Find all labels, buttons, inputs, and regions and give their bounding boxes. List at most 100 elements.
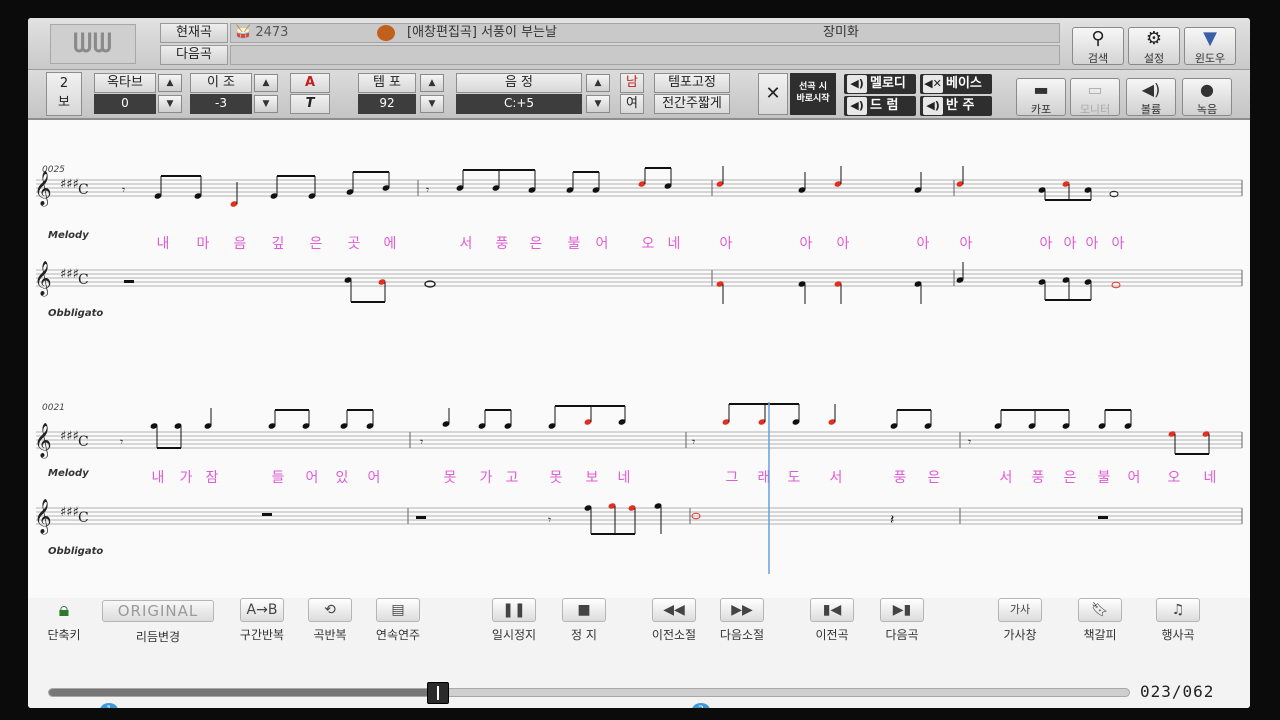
tempo-up-button[interactable]: ▲	[420, 74, 444, 92]
event-song-icon: ♫	[1156, 598, 1200, 622]
capo-button[interactable]: ▬ 카포	[1016, 78, 1066, 116]
control-bar: 2 보 옥타브 0 ▲ ▼ 이 조 -3 ▲ ▼ A T 템 포 92 ▲ ▼ …	[28, 70, 1250, 120]
next-measure-button[interactable]: ▶▶ 다음소절	[710, 598, 774, 646]
tempo-down-button[interactable]: ▼	[420, 95, 444, 113]
rest: 𝄾	[692, 435, 695, 449]
song-repeat-button[interactable]: ⟲ 곡반복	[298, 598, 362, 646]
key-up-button[interactable]: ▲	[254, 74, 278, 92]
instant-start-indicator[interactable]: 선곡 시 바로시작	[790, 73, 836, 115]
capo-icon: ▬	[1033, 80, 1049, 99]
repeat-icon: ⟲	[308, 598, 352, 622]
record-button[interactable]: ● 녹음	[1182, 78, 1232, 116]
app-logo: ᗯᗯ	[50, 24, 136, 64]
treble-clef: 𝄞	[34, 423, 52, 459]
whole-rest	[124, 280, 134, 283]
search-button-label: 검색	[1087, 52, 1109, 65]
search-button[interactable]: ⚲ 검색	[1072, 27, 1124, 65]
karaoke-screen: ᗯᗯ 현재곡 다음곡 🥁 2473 [애창편집곡] 서풍이 부는날 장미화 ⚲ …	[28, 18, 1250, 708]
drum-label: 드 럼	[870, 98, 899, 113]
original-button[interactable]: ORIGINAL	[102, 600, 214, 622]
flat-icon[interactable]: T	[290, 94, 330, 114]
window-icon: ▼	[1203, 28, 1217, 49]
lyric-syllable: 있	[336, 470, 349, 486]
pause-button[interactable]: ❚❚ 일시정지	[482, 598, 546, 646]
bass-toggle[interactable]: ◀✕ 베이스	[920, 74, 992, 94]
next-measure-label: 다음소절	[719, 628, 765, 642]
monitor-button[interactable]: ▭ 모니터	[1070, 78, 1120, 116]
pause-icon: ❚❚	[492, 598, 536, 622]
lyric-syllable: 보	[586, 470, 599, 486]
volume-button[interactable]: ◀) 볼륨	[1126, 78, 1176, 116]
rest: 𝄾	[122, 183, 125, 197]
stop-button[interactable]: ■ 정 지	[552, 598, 616, 646]
volume-label: 볼륨	[1140, 103, 1162, 116]
time-signature: C	[78, 272, 89, 288]
drum-toggle[interactable]: ◀) 드 럼	[844, 96, 916, 116]
current-song-field[interactable]: 🥁 2473 [애창편집곡] 서풍이 부는날 장미화	[230, 23, 1060, 43]
lock-button[interactable]: 🔒︎ 단축키	[32, 598, 96, 646]
next-song-button[interactable]: ▶▮ 다음곡	[870, 598, 934, 646]
event-song-button[interactable]: ♫ 행사곡	[1146, 598, 1210, 646]
lock-label: 단축키	[47, 628, 81, 642]
key-signature: ♯♯♯	[60, 267, 79, 282]
female-button[interactable]: 여	[620, 94, 644, 114]
close-icon[interactable]: ✕	[758, 73, 788, 115]
event-song-label: 행사곡	[1161, 628, 1195, 642]
window-button[interactable]: ▼ 윈도우	[1184, 27, 1236, 65]
key-down-button[interactable]: ▼	[254, 95, 278, 113]
lyric-syllable: 풍	[1032, 470, 1045, 486]
current-song-label: 현재곡	[160, 23, 228, 43]
song-repeat-label: 곡반복	[313, 628, 347, 642]
rest: 𝄾	[548, 513, 551, 527]
lyric-syllable: 은	[1064, 470, 1077, 486]
next-song-field[interactable]	[230, 45, 1060, 65]
octave-label: 옥타브	[94, 73, 156, 93]
continuous-play-button[interactable]: ▤ 연속연주	[366, 598, 430, 646]
melody-toggle[interactable]: ◀) 멜로디	[844, 74, 916, 94]
shorten-interlude-button[interactable]: 전간주짧게	[654, 94, 730, 114]
sheet-music: 0025 𝄞 ♯♯♯ C Melody 𝄞 ♯♯♯ C Obbligato 𝄾 𝄾 내 마 음 깊 은 곳 에 서 풍…	[28, 120, 1250, 598]
bookmark-icon: 🔖︎	[1078, 598, 1122, 622]
lyric-syllable: 풍	[894, 470, 907, 486]
lyric-syllable: 아	[1064, 236, 1077, 252]
lyrics-window-button[interactable]: 가사 가사창	[988, 598, 1052, 646]
marker-2[interactable]: 2	[692, 703, 710, 708]
bass-label: 베이스	[946, 76, 982, 91]
bottom-toolbar: 🔒︎ 단축키 ORIGINAL 리듬변경 A→B 구간반복 ⟲ 곡반복 ▤ 연속연주 ❚…	[28, 598, 1250, 708]
bookmark-button[interactable]: 🔖︎ 책갈피	[1068, 598, 1132, 646]
pitch-up-button[interactable]: ▲	[586, 74, 610, 92]
prev-song-button[interactable]: ▮◀ 이전곡	[800, 598, 864, 646]
progress-slider[interactable]	[48, 682, 1130, 704]
tempo-lock-button[interactable]: 템포고정	[654, 73, 730, 93]
octave-down-button[interactable]: ▼	[158, 95, 182, 113]
page-view-button[interactable]: 2 보	[46, 72, 82, 116]
pitch-down-button[interactable]: ▼	[586, 95, 610, 113]
section-repeat-button[interactable]: A→B 구간반복	[230, 598, 294, 646]
speaker-icon: ◀)	[847, 75, 867, 93]
skip-back-icon: ▮◀	[810, 598, 854, 622]
octave-up-button[interactable]: ▲	[158, 74, 182, 92]
male-button[interactable]: 남	[620, 73, 644, 93]
singer-name: 장미화	[823, 25, 859, 40]
part-label-melody: Melody	[48, 468, 89, 479]
lyric-syllable: 아	[720, 236, 733, 252]
accompaniment-toggle[interactable]: ◀) 반 주	[920, 96, 992, 116]
sharp-icon[interactable]: A	[290, 73, 330, 93]
favorite-icon	[377, 25, 395, 41]
lyric-syllable: 오	[642, 236, 655, 252]
melody-label: 멜로디	[870, 76, 906, 91]
lyric-syllable: 내	[152, 470, 165, 486]
lyric-syllable: 도	[788, 470, 801, 486]
settings-button[interactable]: ⚙ 설정	[1128, 27, 1180, 65]
measure-number: 0021	[42, 403, 65, 413]
prev-measure-button[interactable]: ◀◀ 이전소절	[642, 598, 706, 646]
prev-measure-label: 이전소절	[651, 628, 697, 642]
search-icon: ⚲	[1091, 28, 1105, 49]
time-signature: C	[78, 182, 89, 198]
lyric-syllable: 어	[1128, 470, 1141, 486]
part-label-melody: Melody	[48, 230, 89, 241]
marker-1[interactable]: 1	[100, 703, 118, 708]
lyric-syllable: 서	[830, 470, 843, 486]
progress-thumb[interactable]	[426, 682, 449, 704]
lyric-syllable: 네	[1204, 470, 1217, 486]
